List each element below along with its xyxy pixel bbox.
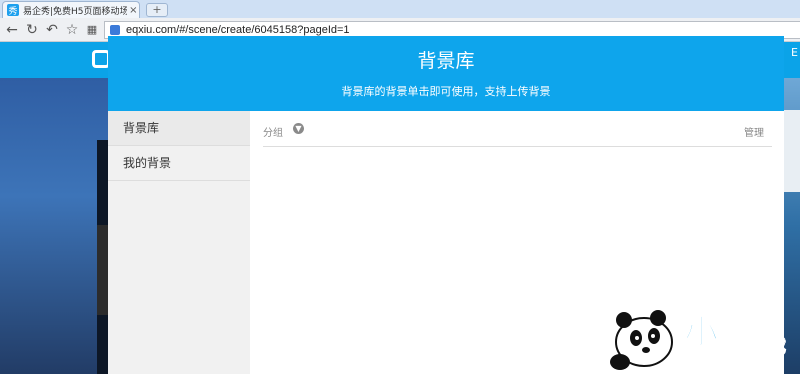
background-left-panel [0,78,108,374]
sidebar-item-my-backgrounds[interactable]: 我的背景 [108,146,250,181]
undo-icon[interactable]: ↶ [44,22,60,38]
watermark-brand-suffix: 游戏 [750,335,786,357]
back-icon[interactable]: ← [4,22,20,38]
site-info-icon[interactable] [110,25,120,35]
modal-sidebar: 背景库 我的背景 [108,111,250,374]
app-header-right-text: E [791,46,798,59]
sidebar-item-background-library[interactable]: 背景库 [108,111,250,146]
background-right-box [784,110,800,192]
browser-tabstrip: 秀 易企秀|免费H5页面移动场景 × + [0,0,800,18]
reload-icon[interactable]: ↻ [24,22,40,38]
site-favicon-icon: 秀 [7,4,19,17]
url-text[interactable]: eqxiu.com/#/scene/create/6045158?pageId=… [126,24,350,36]
watermark-url: www.xiaohei.com [692,362,780,373]
group-dropdown-label[interactable]: 分组 [263,124,283,139]
modal-header: 背景库 背景库的背景单击即可使用，支持上传背景 [108,36,784,111]
panda-mascot-icon [610,310,673,370]
browser-tab[interactable]: 秀 易企秀|免费H5页面移动场景 × [2,1,140,18]
background-thumbnail [97,225,108,315]
content-toolbar: 分组 ▼ 管理 [263,111,772,147]
star-icon[interactable]: ☆ [64,22,80,38]
chevron-down-icon[interactable]: ▼ [293,123,304,134]
modal-title: 背景库 [417,50,475,72]
apps-grid-icon[interactable]: ▦ [84,22,100,38]
new-tab-button[interactable]: + [146,3,168,17]
manage-button[interactable]: 管理 [744,124,764,139]
tab-title: 易企秀|免费H5页面移动场景 [23,6,128,17]
watermark-brand: 小黑 [684,313,752,353]
tab-close-icon[interactable]: × [129,5,139,16]
modal-subtitle: 背景库的背景单击即可使用，支持上传背景 [341,85,551,98]
watermark: 小黑 游戏 www.xiaohei.com [610,310,787,373]
